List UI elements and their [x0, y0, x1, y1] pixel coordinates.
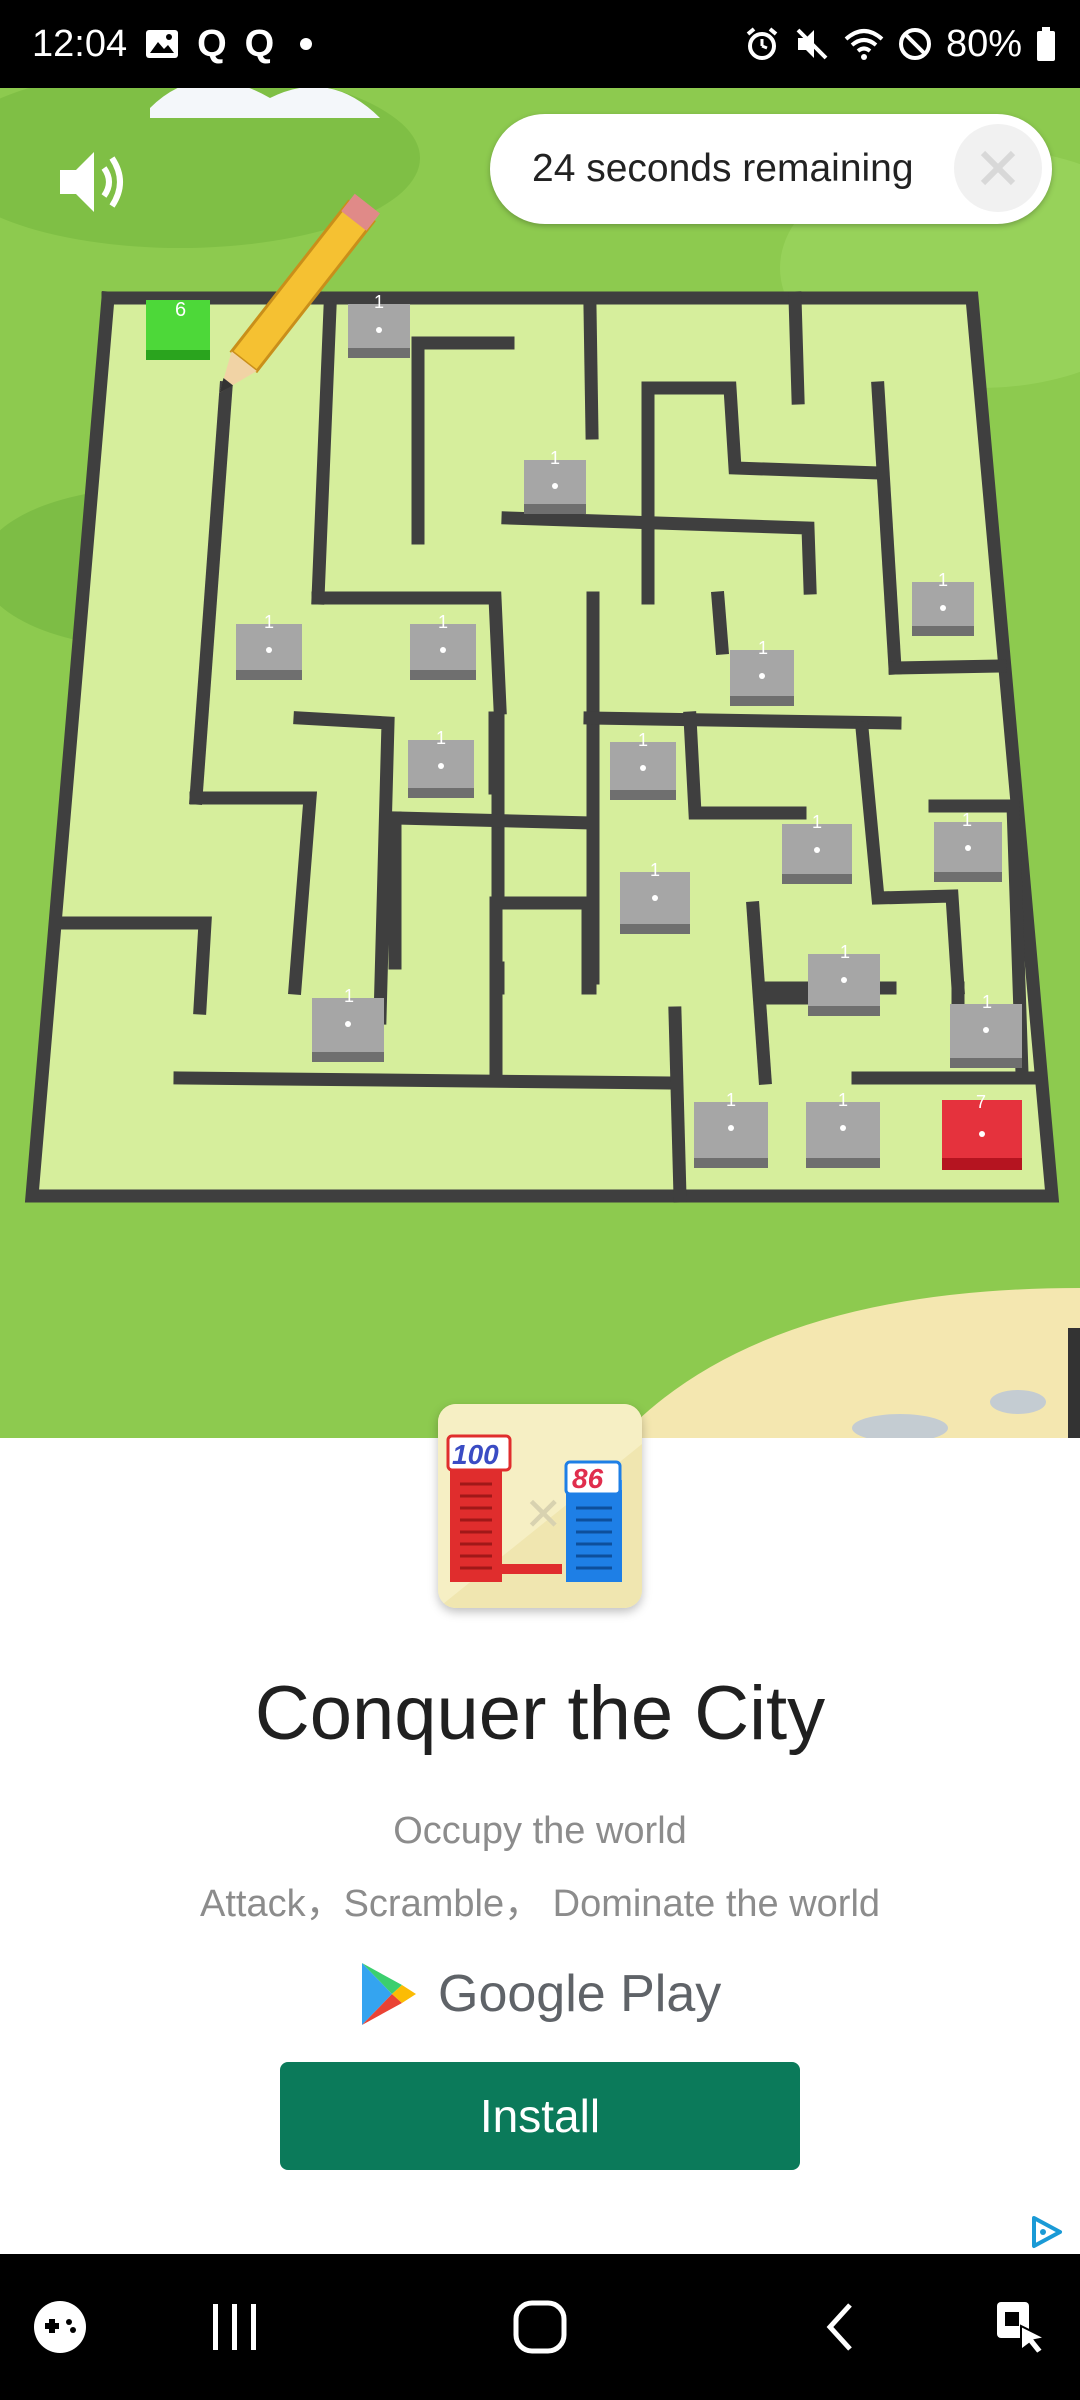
gray-stack	[782, 824, 852, 884]
gray-stack	[912, 582, 974, 636]
gray-count: 1	[438, 612, 448, 632]
green-count: 6	[175, 299, 186, 321]
red-target-stack[interactable]: 7	[942, 1092, 1022, 1170]
do-not-disturb-icon	[898, 27, 932, 61]
speaker-icon	[60, 152, 123, 212]
wifi-icon	[844, 27, 884, 61]
system-navigation-bar	[0, 2254, 1080, 2400]
gray-stack	[524, 460, 586, 514]
notification-q-icon-2: Q	[244, 22, 275, 65]
gray-stack	[950, 1004, 1022, 1068]
gray-count: 1	[550, 448, 560, 468]
gray-count: 1	[436, 728, 446, 748]
recent-apps-button[interactable]	[195, 2254, 275, 2400]
gray-stack	[934, 822, 1002, 882]
gray-stack	[408, 740, 474, 798]
gray-count: 1	[982, 992, 992, 1012]
status-time: 12:04	[32, 22, 128, 65]
app-icon[interactable]: ✕ 100 86	[438, 1404, 642, 1608]
gray-stack	[610, 742, 676, 800]
mute-icon	[794, 26, 830, 62]
gray-count: 1	[938, 570, 948, 590]
gray-stack	[808, 954, 880, 1016]
status-bar: 12:04 Q Q 80%	[0, 0, 1080, 88]
gray-count: 1	[374, 292, 384, 312]
install-button[interactable]: Install	[280, 2062, 800, 2170]
game-launcher-button[interactable]	[20, 2254, 100, 2400]
alarm-icon	[744, 26, 780, 62]
gray-count: 1	[758, 638, 768, 658]
sound-toggle-button[interactable]	[54, 142, 134, 222]
recent-apps-icon	[213, 2304, 256, 2350]
svg-text:✕: ✕	[524, 1488, 563, 1540]
gray-stack	[620, 872, 690, 934]
adchoices-icon	[1032, 2216, 1062, 2248]
battery-icon	[1036, 27, 1056, 61]
countdown-pill: 24 seconds remaining	[490, 114, 1052, 224]
google-play-icon	[362, 1963, 416, 2025]
close-ad-button[interactable]	[954, 124, 1042, 212]
home-icon	[513, 2300, 567, 2354]
adchoices-button[interactable]	[1026, 2212, 1066, 2252]
gray-count: 1	[638, 730, 648, 750]
accessibility-button[interactable]	[982, 2254, 1062, 2400]
red-count: 7	[976, 1092, 986, 1112]
home-button[interactable]	[500, 2254, 580, 2400]
gray-stack	[730, 650, 794, 706]
app-subtitle-1: Occupy the world	[393, 1810, 687, 1852]
gray-count: 1	[344, 986, 354, 1006]
back-icon	[826, 2303, 852, 2351]
playable-ad-area[interactable]: 6 1 1 1 1 1 1 1 1 1 1 1 1 1 1 1 1 7 24 s…	[0, 88, 1080, 1438]
gray-count: 1	[962, 810, 972, 830]
gray-stack	[694, 1102, 768, 1168]
gallery-icon	[145, 29, 179, 59]
app-icon-number-left: 100	[452, 1439, 499, 1470]
game-launcher-icon	[34, 2301, 86, 2353]
google-play-label: Google Play	[438, 1965, 722, 2023]
maze-game-scene[interactable]: 6 1 1 1 1 1 1 1 1 1 1 1 1 1 1 1 1 7	[0, 88, 1080, 1438]
google-play-logo[interactable]: Google Play	[358, 1956, 738, 2032]
gray-stack	[348, 304, 410, 358]
gray-count: 1	[840, 942, 850, 962]
battery-level: 80%	[945, 22, 1022, 65]
accessibility-icon	[997, 2302, 1049, 2356]
notification-q-icon: Q	[197, 22, 227, 65]
app-subtitle-2: Attack，Scramble， Dominate the world	[199, 1883, 881, 1925]
gray-count: 1	[838, 1090, 848, 1110]
maze-floor	[32, 298, 1052, 1196]
gray-stack	[236, 624, 302, 680]
app-icon-number-right: 86	[572, 1463, 604, 1494]
gray-stack	[410, 624, 476, 680]
back-button[interactable]	[800, 2254, 880, 2400]
gray-stack	[806, 1102, 880, 1168]
app-title[interactable]: Conquer the City	[0, 1670, 1080, 1757]
countdown-text: 24 seconds remaining	[532, 147, 914, 190]
gray-count: 1	[650, 860, 660, 880]
more-notifications-dot	[300, 38, 313, 50]
gray-count: 1	[812, 812, 822, 832]
gray-count: 1	[726, 1090, 736, 1110]
green-start-stack[interactable]: 6	[146, 299, 210, 360]
app-icon-artwork: ✕ 100 86	[438, 1404, 642, 1608]
gray-stack	[312, 998, 384, 1062]
close-icon	[980, 150, 1016, 186]
gray-count: 1	[264, 612, 274, 632]
